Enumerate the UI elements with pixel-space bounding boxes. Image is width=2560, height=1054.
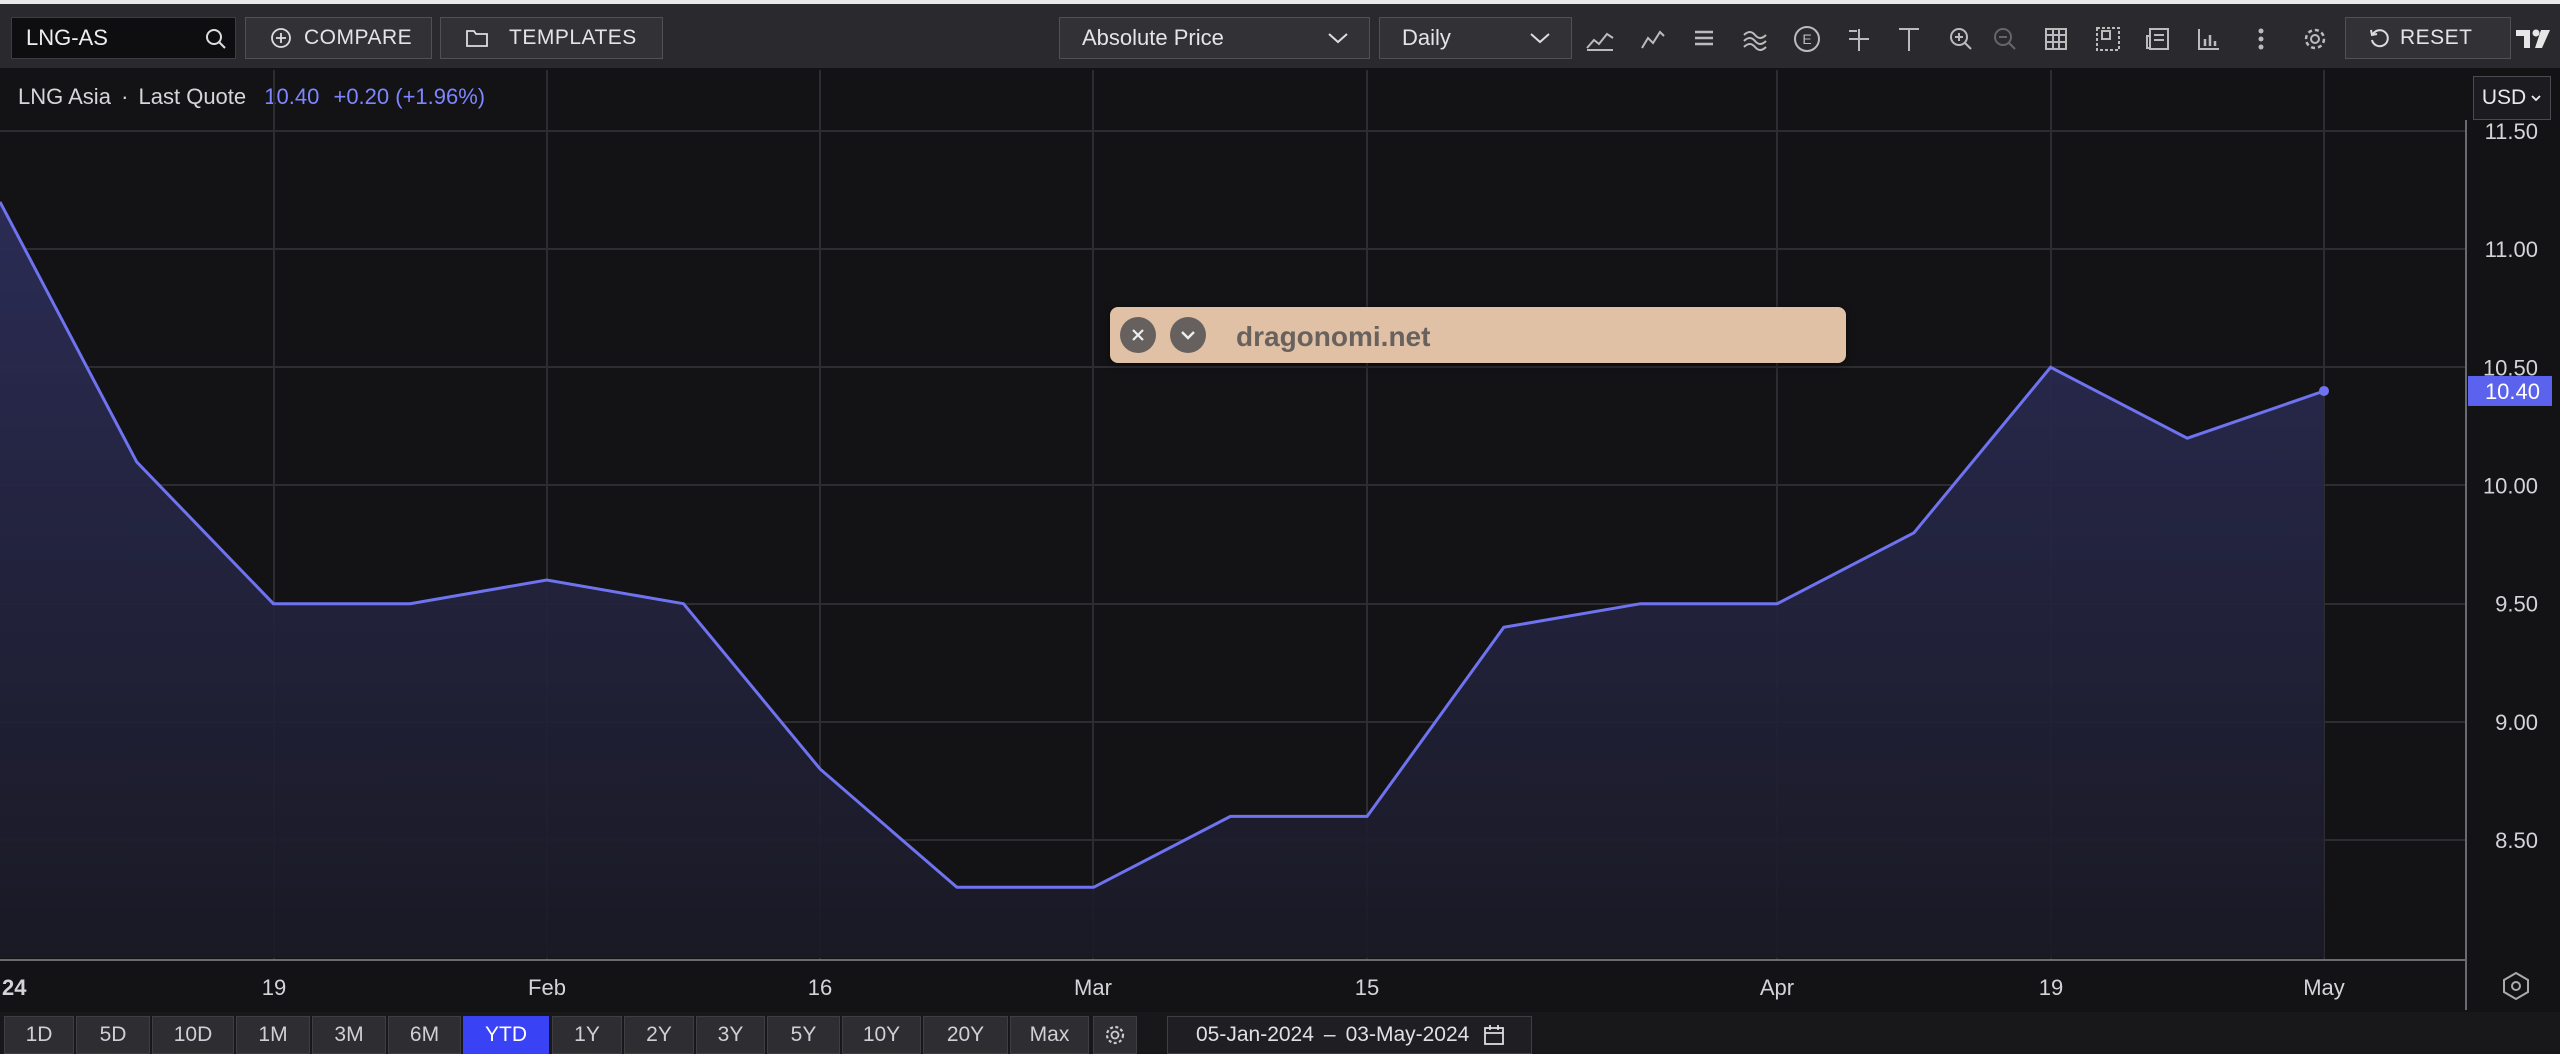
price-change: +0.20 (+1.96%) xyxy=(333,84,486,109)
range-button-5y[interactable]: 5Y xyxy=(767,1016,840,1054)
date-range-picker[interactable]: 05-Jan-2024 – 03-May-2024 xyxy=(1167,1016,1532,1054)
date-separator: – xyxy=(1323,1023,1336,1046)
interval-value: Daily xyxy=(1402,25,1451,50)
plus-circle-icon xyxy=(271,28,291,48)
chart-grid xyxy=(0,70,2466,960)
interval-select[interactable]: Daily xyxy=(1379,17,1572,59)
folder-icon xyxy=(466,30,488,47)
price-chart[interactable]: 11.50 11.00 10.50 10.00 9.50 9.00 8.50 24 19 Feb… xyxy=(0,0,2560,1054)
data-points xyxy=(2319,385,2329,396)
range-settings-icon[interactable] xyxy=(1093,1016,1137,1054)
chart-style-icon[interactable] xyxy=(1585,24,1615,54)
events-icon[interactable]: E xyxy=(1792,24,1822,54)
range-button-ytd[interactable]: YTD xyxy=(463,1016,549,1054)
last-value-badge: 10.40 xyxy=(2468,375,2552,406)
separator-dot: · xyxy=(121,84,129,109)
chevron-down-icon xyxy=(1530,33,1550,44)
last-price: 10.40 xyxy=(264,84,320,109)
range-button-1m[interactable]: 1M xyxy=(236,1016,310,1054)
zoom-in-icon[interactable] xyxy=(1946,24,1976,54)
range-button-5d[interactable]: 5D xyxy=(76,1016,150,1054)
range-button-1d[interactable]: 1D xyxy=(4,1016,74,1054)
data-point xyxy=(2319,385,2329,396)
y-tick-label: 9.50 xyxy=(2495,592,2538,617)
range-button-10y[interactable]: 10Y xyxy=(842,1016,921,1054)
quote-label: Last Quote xyxy=(138,84,247,109)
reset-button[interactable]: RESET xyxy=(2345,17,2511,59)
y-tick-label: 11.00 xyxy=(2485,237,2538,262)
calendar-icon[interactable] xyxy=(1483,1024,1505,1046)
price-line xyxy=(0,201,2325,889)
layout-icon[interactable] xyxy=(2093,24,2123,54)
chevron-down-icon xyxy=(2531,95,2541,102)
x-tick-label: 19 xyxy=(262,975,286,1000)
last-value-badge-bg xyxy=(2468,375,2552,406)
date-start: 05-Jan-2024 xyxy=(1196,1023,1314,1046)
currency-value: USD xyxy=(2481,86,2527,109)
search-icon[interactable] xyxy=(203,26,229,52)
stats-icon[interactable] xyxy=(2194,24,2224,54)
x-tick-label: 16 xyxy=(808,975,832,1000)
range-button-1y[interactable]: 1Y xyxy=(552,1016,622,1054)
x-tick-label: May xyxy=(2303,975,2345,1000)
range-button-20y[interactable]: 20Y xyxy=(923,1016,1008,1054)
quote-header: LNG Asia · Last Quote 10.40 +0.20 (+1.96… xyxy=(18,84,485,110)
range-button-10d[interactable]: 10D xyxy=(152,1016,234,1054)
price-mode-value: Absolute Price xyxy=(1082,25,1224,50)
news-icon[interactable] xyxy=(2143,24,2173,54)
url-popup[interactable]: dragonomi.net xyxy=(1110,307,1846,363)
range-button-max[interactable]: Max xyxy=(1010,1016,1089,1054)
x-tick-label: Apr xyxy=(1760,975,1794,1000)
y-tick-label: 11.50 xyxy=(2485,119,2538,144)
compare-button[interactable]: COMPARE xyxy=(245,17,432,59)
symbol-input[interactable]: LNG-AS xyxy=(11,17,236,59)
y-tick-label: 9.00 xyxy=(2495,710,2538,735)
reset-label: RESET xyxy=(2400,26,2473,49)
settings-icon[interactable] xyxy=(2300,24,2330,54)
y-axis-ticks: 11.50 11.00 10.50 10.00 9.50 9.00 8.50 xyxy=(2483,119,2538,853)
text-icon[interactable] xyxy=(1894,24,1924,54)
close-icon[interactable] xyxy=(1120,317,1156,353)
x-tick-label: Feb xyxy=(528,975,566,1000)
y-tick-label: 10.00 xyxy=(2483,474,2538,499)
logo-icon xyxy=(2514,24,2552,54)
price-mode-select[interactable]: Absolute Price xyxy=(1059,17,1370,59)
templates-label: TEMPLATES xyxy=(509,26,637,49)
chevron-down-icon[interactable] xyxy=(1170,317,1206,353)
x-tick-label: 19 xyxy=(2039,975,2063,1000)
x-tick-label: 24 xyxy=(2,975,27,1000)
x-tick-label: 15 xyxy=(1355,975,1379,1000)
symbol-value: LNG-AS xyxy=(26,25,108,50)
y-tick-label: 10.50 xyxy=(2483,355,2538,380)
indicators-icon[interactable] xyxy=(1638,24,1668,54)
x-axis-ticks: 24 19 Feb 16 Mar 15 Apr 19 May xyxy=(2,975,2345,1000)
zoom-out-icon[interactable] xyxy=(1990,24,2020,54)
drawings-icon[interactable] xyxy=(1740,24,1770,54)
range-button-3m[interactable]: 3M xyxy=(312,1016,386,1054)
crosshair-icon[interactable] xyxy=(1844,24,1874,54)
table-icon[interactable] xyxy=(2041,24,2071,54)
date-end: 03-May-2024 xyxy=(1345,1023,1470,1046)
last-value-label: 10.40 xyxy=(2485,379,2540,404)
more-icon[interactable] xyxy=(2246,24,2276,54)
top-toolbar: LNG-AS COMPARE TEMPLATES Absolute Price … xyxy=(0,0,2560,68)
studies-icon[interactable] xyxy=(1689,24,1719,54)
axis-settings-icon[interactable] xyxy=(2500,970,2532,1002)
popup-url-text: dragonomi.net xyxy=(1236,321,1431,352)
templates-button[interactable]: TEMPLATES xyxy=(440,17,663,59)
chevron-down-icon xyxy=(1328,33,1348,44)
range-button-3y[interactable]: 3Y xyxy=(696,1016,765,1054)
instrument-name: LNG Asia xyxy=(18,84,111,109)
x-tick-label: Mar xyxy=(1074,975,1112,1000)
reset-icon xyxy=(2370,29,2389,48)
svg-text:E: E xyxy=(1802,31,1811,47)
y-tick-label: 8.50 xyxy=(2495,828,2538,853)
range-button-2y[interactable]: 2Y xyxy=(624,1016,694,1054)
compare-label: COMPARE xyxy=(304,26,413,49)
currency-select[interactable]: USD xyxy=(2473,76,2551,120)
range-button-6m[interactable]: 6M xyxy=(388,1016,461,1054)
